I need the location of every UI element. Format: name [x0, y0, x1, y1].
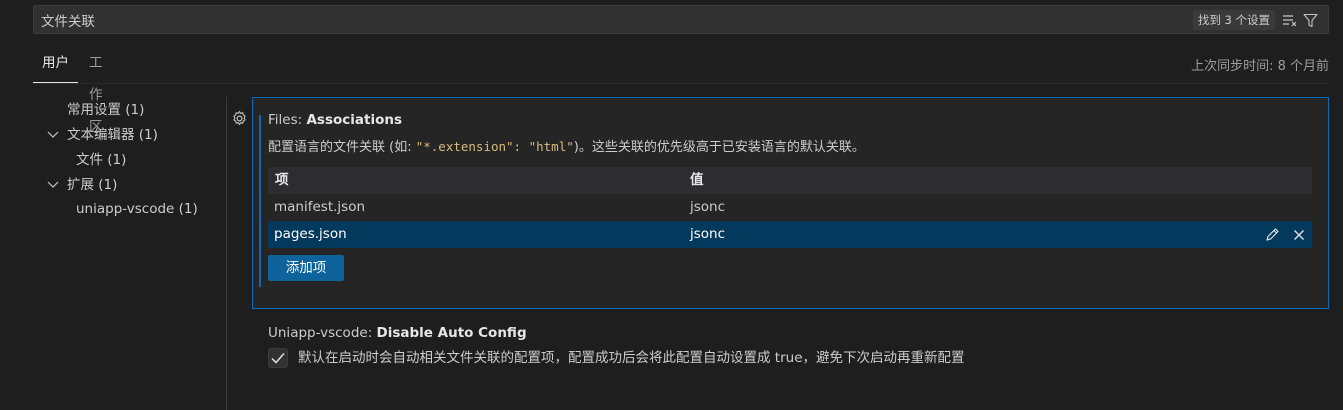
tab-user[interactable]: 用户	[33, 47, 78, 83]
desc-prefix: 配置语言的文件关联 (如:	[268, 140, 416, 155]
check-icon	[271, 353, 285, 364]
setting-category: Files:	[268, 112, 307, 128]
toc-item-label: 文件 (1)	[76, 152, 127, 168]
settings-search-bar: 找到 3 个设置	[33, 5, 1329, 34]
edit-icon[interactable]	[1264, 226, 1281, 243]
clear-filters-icon[interactable]	[1281, 12, 1298, 28]
setting-category: Uniapp-vscode:	[268, 325, 377, 341]
toc-item-common[interactable]: 常用设置 (1)	[67, 99, 144, 121]
setting-title: Uniapp-vscode: Disable Auto Config	[268, 325, 527, 341]
setting-files-associations: Files: Associations 配置语言的文件关联 (如: "*.ext…	[252, 97, 1329, 309]
toc-item-text-editor[interactable]: 文本编辑器 (1)	[47, 124, 158, 146]
desc-code: "*.extension": "html"	[415, 139, 574, 154]
toc-item-extensions[interactable]: 扩展 (1)	[47, 174, 117, 196]
row-key: manifest.json	[274, 199, 366, 215]
table-header: 项 值	[268, 167, 1312, 194]
chevron-down-icon	[47, 181, 59, 188]
toc-item-label: 文本编辑器 (1)	[67, 127, 158, 143]
setting-description: 默认在启动时会自动相关文件关联的配置项，配置成功后会将此配置自动设置成 true…	[298, 350, 965, 366]
column-header-value: 值	[690, 172, 704, 188]
row-value: jsonc	[690, 226, 726, 242]
toc-item-label: uniapp-vscode (1)	[76, 201, 198, 217]
setting-title: Files: Associations	[268, 112, 402, 128]
table-row[interactable]: manifest.json jsonc	[268, 194, 1312, 221]
toc-item-label: 常用设置 (1)	[67, 102, 145, 118]
tab-workspace[interactable]: 工作区	[89, 47, 103, 135]
add-item-button[interactable]: 添加项	[268, 255, 344, 281]
row-key: pages.json	[274, 226, 347, 242]
toc-item-uniapp-vscode[interactable]: uniapp-vscode (1)	[76, 198, 198, 220]
search-result-count: 找到 3 个设置	[1192, 10, 1275, 30]
table-row[interactable]: pages.json jsonc	[268, 221, 1312, 248]
remove-icon[interactable]	[1290, 226, 1307, 243]
column-header-key: 项	[275, 172, 289, 188]
setting-name: Associations	[306, 112, 403, 128]
focus-indicator	[259, 115, 261, 287]
row-value: jsonc	[690, 199, 726, 215]
sync-status: 上次同步时间: 8 个月前	[1191, 59, 1329, 74]
filter-icon[interactable]	[1302, 12, 1319, 28]
toc-divider	[226, 97, 227, 410]
setting-description: 配置语言的文件关联 (如: "*.extension": "html")。这些关…	[268, 136, 865, 155]
setting-name: Disable Auto Config	[376, 325, 527, 341]
toc-item-files[interactable]: 文件 (1)	[76, 149, 126, 171]
disable-auto-config-checkbox[interactable]	[268, 348, 288, 368]
settings-search-input[interactable]	[41, 10, 941, 30]
desc-suffix: )。这些关联的优先级高于已安装语言的默认关联。	[573, 140, 865, 155]
header-divider	[33, 83, 1329, 84]
chevron-down-icon	[47, 131, 59, 138]
toc-item-label: 扩展 (1)	[67, 177, 118, 193]
setting-gear-icon[interactable]	[231, 110, 248, 127]
